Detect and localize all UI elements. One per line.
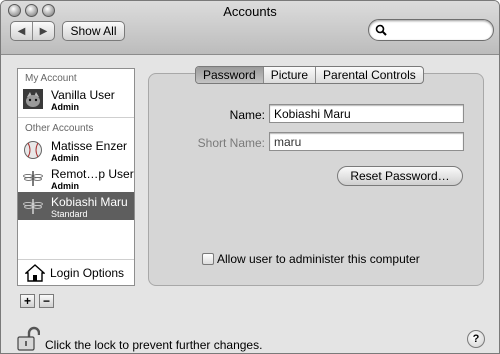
name-field[interactable]: Kobiashi Maru <box>269 104 464 123</box>
show-all-button[interactable]: Show All <box>62 21 125 41</box>
account-name: Remot…p User <box>51 167 134 181</box>
account-role: Admin <box>51 102 79 112</box>
accounts-list: My Account Vanilla User Admin Other Acco… <box>17 68 135 286</box>
baseball-icon <box>24 141 42 159</box>
remove-account-button[interactable]: − <box>39 294 54 308</box>
account-name: Kobiashi Maru <box>51 195 128 209</box>
add-account-button[interactable]: + <box>20 294 35 308</box>
accounts-window: Accounts ◀ ▶ Show All My Account Vanilla… <box>0 0 500 354</box>
window-title: Accounts <box>223 4 277 19</box>
back-button[interactable]: ◀ <box>11 22 33 40</box>
lock-icon[interactable] <box>16 326 40 352</box>
short-name-field[interactable]: maru <box>269 132 464 151</box>
help-button[interactable]: ? <box>467 330 485 348</box>
lock-message: Click the lock to prevent further change… <box>45 338 263 352</box>
tab-parental-controls[interactable]: Parental Controls <box>316 67 423 83</box>
account-item-remote-user[interactable]: Remot…p User Admin <box>18 164 134 192</box>
divider <box>18 117 134 118</box>
tab-picture[interactable]: Picture <box>264 67 317 83</box>
tab-password[interactable]: Password <box>196 67 264 83</box>
admin-checkbox[interactable] <box>202 253 214 265</box>
name-label: Name: <box>229 108 265 122</box>
my-account-header: My Account <box>25 73 77 84</box>
short-name-label: Short Name: <box>197 136 265 150</box>
tab-bar: Password Picture Parental Controls <box>195 66 424 84</box>
cat-photo-icon <box>23 89 43 109</box>
admin-checkbox-label: Allow user to administer this computer <box>217 252 420 266</box>
account-item-matisse-enzer[interactable]: Matisse Enzer Admin <box>18 136 134 164</box>
login-options-item[interactable]: Login Options <box>18 259 134 286</box>
search-field[interactable] <box>368 19 494 41</box>
forward-button[interactable]: ▶ <box>33 22 54 40</box>
account-item-vanilla-user[interactable]: Vanilla User Admin <box>18 85 134 113</box>
account-role: Standard <box>51 209 88 219</box>
account-role: Admin <box>51 181 79 191</box>
account-name: Vanilla User <box>51 88 115 102</box>
login-options-label: Login Options <box>50 266 125 280</box>
other-accounts-header: Other Accounts <box>25 123 94 134</box>
account-name: Matisse Enzer <box>51 139 128 153</box>
dragonfly-icon <box>23 171 43 186</box>
back-forward-control: ◀ ▶ <box>10 21 55 41</box>
account-item-kobiashi-maru[interactable]: Kobiashi Maru Standard <box>18 192 134 220</box>
account-role: Admin <box>51 153 79 163</box>
house-icon <box>25 264 45 282</box>
title-bar: Accounts ◀ ▶ Show All <box>1 1 499 55</box>
reset-password-button[interactable]: Reset Password… <box>337 166 463 186</box>
dragonfly-icon <box>23 199 43 214</box>
search-icon <box>375 24 387 36</box>
